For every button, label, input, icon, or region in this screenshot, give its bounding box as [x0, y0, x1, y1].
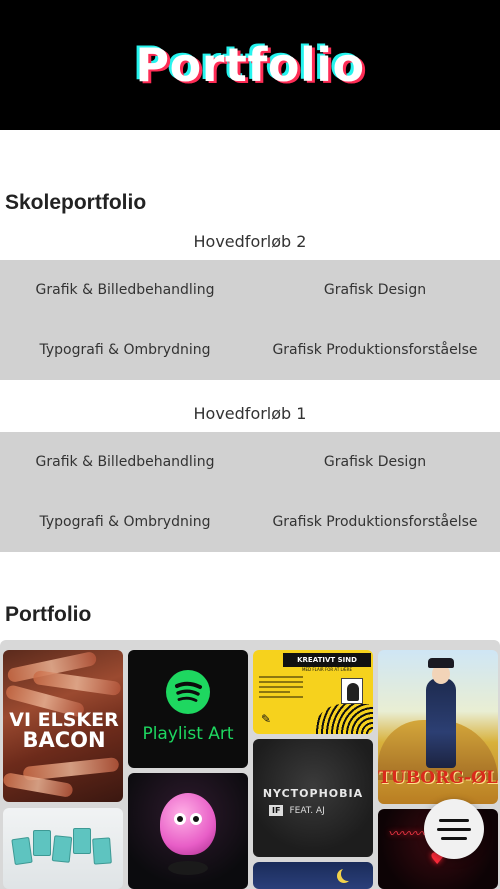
hovedforlob-2-grid: Grafik & Billedbehandling Grafisk Design… — [0, 260, 500, 380]
mockup-card — [51, 835, 73, 863]
creature-eye — [174, 813, 186, 825]
mockup-card — [11, 836, 33, 866]
group-heading-hovedforlob-1: Hovedforløb 1 — [193, 404, 307, 423]
group-heading-hovedforlob-2: Hovedforløb 2 — [193, 232, 307, 251]
hamburger-menu-button[interactable] — [424, 799, 484, 859]
site-header: Portfolio Portfolio Portfolio — [0, 0, 500, 130]
nyctophobia-feat-text: FEAT. AJ — [289, 805, 325, 816]
poster-man-hat — [428, 658, 454, 668]
bacon-poster-tile[interactable]: VI ELSKER BACON — [3, 650, 123, 802]
link-grafisk-design[interactable]: Grafisk Design — [250, 432, 500, 492]
menu-bar — [441, 836, 467, 840]
bacon-poster-line-1: VI ELSKER — [9, 709, 119, 731]
link-typografi-ombrydning[interactable]: Typografi & Ombrydning — [0, 492, 250, 552]
spotify-playlist-art-tile[interactable]: Playlist Art — [128, 650, 248, 768]
portrait-photo — [341, 678, 363, 704]
menu-bar — [437, 827, 471, 831]
creature-body — [160, 793, 216, 855]
spotify-logo-icon — [166, 670, 210, 714]
kreativt-sind-title: KREATIVT SIND — [283, 653, 371, 667]
crescent-moon-icon — [341, 867, 355, 881]
kreativt-sind-body-text — [259, 676, 303, 701]
wave-pattern — [313, 704, 373, 734]
link-grafik-billedbehandling[interactable]: Grafik & Billedbehandling — [0, 432, 250, 492]
creature-stand — [168, 861, 208, 875]
label-logo-icon: IF — [269, 805, 284, 816]
link-grafisk-produktionsforstaelse[interactable]: Grafisk Produktionsforståelse — [250, 320, 500, 380]
mockup-card — [92, 837, 112, 865]
link-grafisk-design[interactable]: Grafisk Design — [250, 260, 500, 320]
school-portfolio-title: Skoleportfolio — [5, 191, 147, 214]
logo-text: Portfolio — [135, 38, 365, 92]
portfolio-gallery: VI ELSKER BACON Playlist Art KREATIVT SI… — [0, 640, 500, 889]
hovedforlob-1-grid: Grafik & Billedbehandling Grafisk Design… — [0, 432, 500, 552]
card-mockup-tile[interactable] — [3, 808, 123, 889]
pink-creature-render-tile[interactable] — [128, 773, 248, 889]
bacon-poster-line-2: BACON — [22, 728, 106, 752]
link-typografi-ombrydning[interactable]: Typografi & Ombrydning — [0, 320, 250, 380]
mockup-card — [33, 830, 51, 856]
nyctophobia-title: NYCTOPHOBIA — [262, 787, 364, 800]
portfolio-logo[interactable]: Portfolio Portfolio Portfolio — [132, 36, 367, 94]
portfolio-title: Portfolio — [5, 603, 92, 626]
mockup-card — [73, 828, 91, 854]
kreativt-sind-poster-tile[interactable]: KREATIVT SIND MED FLAIR FOR AT LÆRE ✎ — [253, 650, 373, 734]
link-grafik-billedbehandling[interactable]: Grafik & Billedbehandling — [0, 260, 250, 320]
nyctophobia-cover-tile[interactable]: NYCTOPHOBIA IF FEAT. AJ — [253, 739, 373, 857]
tuborg-brand-text: TUBORG-ØL — [378, 768, 498, 788]
nyctophobia-feature: IF FEAT. AJ — [269, 805, 357, 816]
night-sky-illustration-tile[interactable] — [253, 862, 373, 889]
kreativt-sind-subtitle: MED FLAIR FOR AT LÆRE — [302, 667, 352, 672]
poster-man-figure — [426, 678, 456, 768]
creature-eye — [190, 813, 202, 825]
spotify-tile-caption: Playlist Art — [142, 724, 234, 744]
bacon-strip — [32, 669, 122, 697]
menu-bar — [439, 818, 469, 822]
signature-mark-icon: ✎ — [261, 712, 272, 726]
link-grafisk-produktionsforstaelse[interactable]: Grafisk Produktionsforståelse — [250, 492, 500, 552]
tuborg-poster-tile[interactable]: TUBORG-ØL — [378, 650, 498, 804]
